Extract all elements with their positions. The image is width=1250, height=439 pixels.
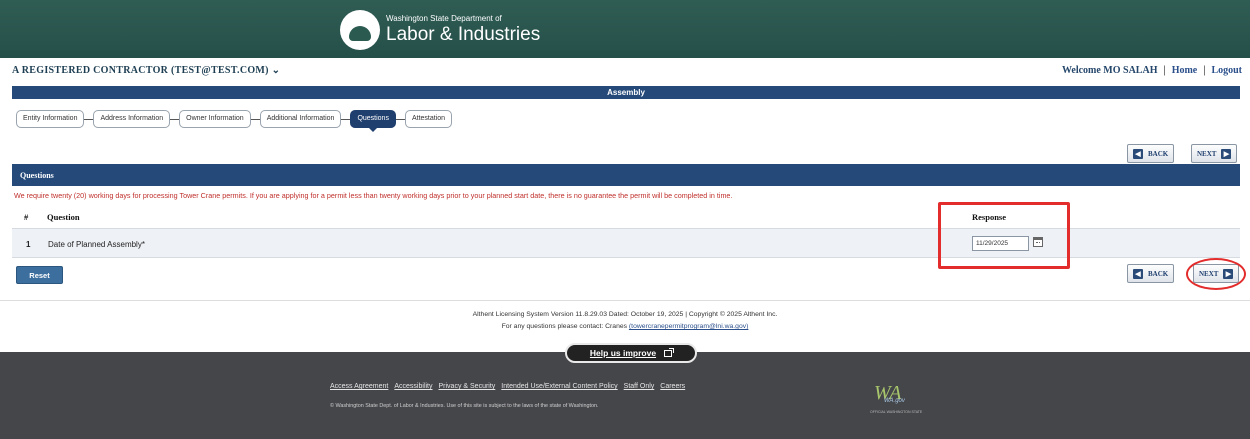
- footer-link-accessibility[interactable]: Accessibility: [394, 383, 432, 390]
- step-connector: [170, 118, 180, 120]
- agency-name: Labor & Industries: [386, 24, 541, 45]
- back-arrow-icon: ◀: [1133, 148, 1143, 159]
- account-selector[interactable]: A REGISTERED CONTRACTOR (TEST@TEST.COM) …: [12, 65, 280, 76]
- step-connector: [341, 118, 351, 120]
- next-label: NEXT: [1199, 269, 1219, 278]
- footer-link-staff-only[interactable]: Staff Only: [624, 383, 655, 390]
- divider: [0, 300, 1250, 301]
- agency-logo[interactable]: Washington State Department of Labor & I…: [340, 10, 540, 50]
- step-additional-information[interactable]: Additional Information: [259, 110, 342, 128]
- back-arrow-icon: ◀: [1133, 268, 1143, 279]
- user-bar: A REGISTERED CONTRACTOR (TEST@TEST.COM) …: [0, 62, 1250, 80]
- calendar-icon[interactable]: [1033, 237, 1043, 247]
- welcome-text: Welcome MO SALAH: [1061, 65, 1158, 76]
- next-button-bottom[interactable]: NEXT ▶: [1193, 264, 1240, 283]
- footer-link-careers[interactable]: Careers: [660, 383, 685, 390]
- contact-prefix: For any questions please contact: Cranes: [501, 323, 628, 330]
- back-button-bottom[interactable]: ◀ BACK: [1127, 264, 1175, 283]
- step-connector: [250, 118, 260, 120]
- contact-info: For any questions please contact: Cranes…: [0, 323, 1250, 330]
- step-connector: [84, 118, 94, 120]
- user-menu: Welcome MO SALAH | Home | Logout: [1061, 65, 1242, 76]
- help-us-improve-button[interactable]: Help us improve: [565, 343, 697, 363]
- help-label: Help us improve: [589, 348, 657, 358]
- section-title: Assembly: [12, 86, 1240, 99]
- column-response: Response: [972, 212, 1007, 222]
- contact-email-link[interactable]: (towercranepermitprogram@lni.wa.gov): [629, 323, 748, 330]
- next-button-top[interactable]: NEXT ▶: [1191, 144, 1238, 163]
- wa-logo-tagline: OFFICIAL WASHINGTON STATE: [870, 410, 923, 414]
- step-attestation[interactable]: Attestation: [404, 110, 453, 128]
- step-address-information[interactable]: Address Information: [93, 110, 171, 128]
- version-info: Althent Licensing System Version 11.8.29…: [472, 311, 778, 318]
- column-number: #: [24, 212, 29, 222]
- footer-links: Access Agreement Accessibility Privacy &…: [330, 383, 685, 390]
- step-connector: [395, 118, 405, 120]
- next-arrow-icon: ▶: [1221, 148, 1232, 159]
- reset-button[interactable]: Reset: [16, 266, 63, 284]
- home-link[interactable]: Home: [1172, 65, 1198, 76]
- wa-logo-text: WA.gov: [884, 398, 905, 404]
- wa-gov-logo[interactable]: WA WA.gov OFFICIAL WASHINGTON STATE: [870, 382, 922, 418]
- logo-icon: [340, 10, 380, 50]
- site-footer: [0, 352, 1250, 439]
- footer-legal: © Washington State Dept. of Labor & Indu…: [330, 403, 599, 409]
- question-number: 1: [26, 240, 31, 249]
- footer-link-intended-use[interactable]: Intended Use/External Content Policy: [501, 383, 617, 390]
- footer-link-access-agreement[interactable]: Access Agreement: [330, 383, 388, 390]
- processing-notice: We require twenty (20) working days for …: [14, 191, 733, 200]
- step-entity-information[interactable]: Entity Information: [16, 110, 85, 128]
- wizard-steps: Entity Information Address Information O…: [16, 108, 453, 132]
- agency-subtitle: Washington State Department of: [386, 14, 502, 23]
- back-label: BACK: [1148, 269, 1169, 278]
- next-arrow-icon: ▶: [1223, 268, 1234, 279]
- step-owner-information[interactable]: Owner Information: [179, 110, 251, 128]
- footer-link-privacy-security[interactable]: Privacy & Security: [439, 383, 496, 390]
- header-banner: Washington State Department of Labor & I…: [0, 0, 1250, 58]
- question-text: Date of Planned Assembly*: [48, 240, 145, 249]
- back-label: BACK: [1148, 149, 1169, 158]
- questions-title: Questions: [20, 171, 54, 180]
- external-link-icon: [664, 347, 675, 357]
- logout-link[interactable]: Logout: [1211, 65, 1242, 76]
- questions-header: Questions: [12, 164, 1240, 186]
- next-label: NEXT: [1197, 149, 1217, 158]
- planned-assembly-date-input[interactable]: 11/29/2025: [972, 236, 1029, 251]
- step-questions[interactable]: Questions: [350, 110, 396, 132]
- table-row: 1 Date of Planned Assembly* 11/29/2025: [12, 228, 1240, 258]
- column-question: Question: [47, 212, 80, 222]
- back-button-top[interactable]: ◀ BACK: [1127, 144, 1175, 163]
